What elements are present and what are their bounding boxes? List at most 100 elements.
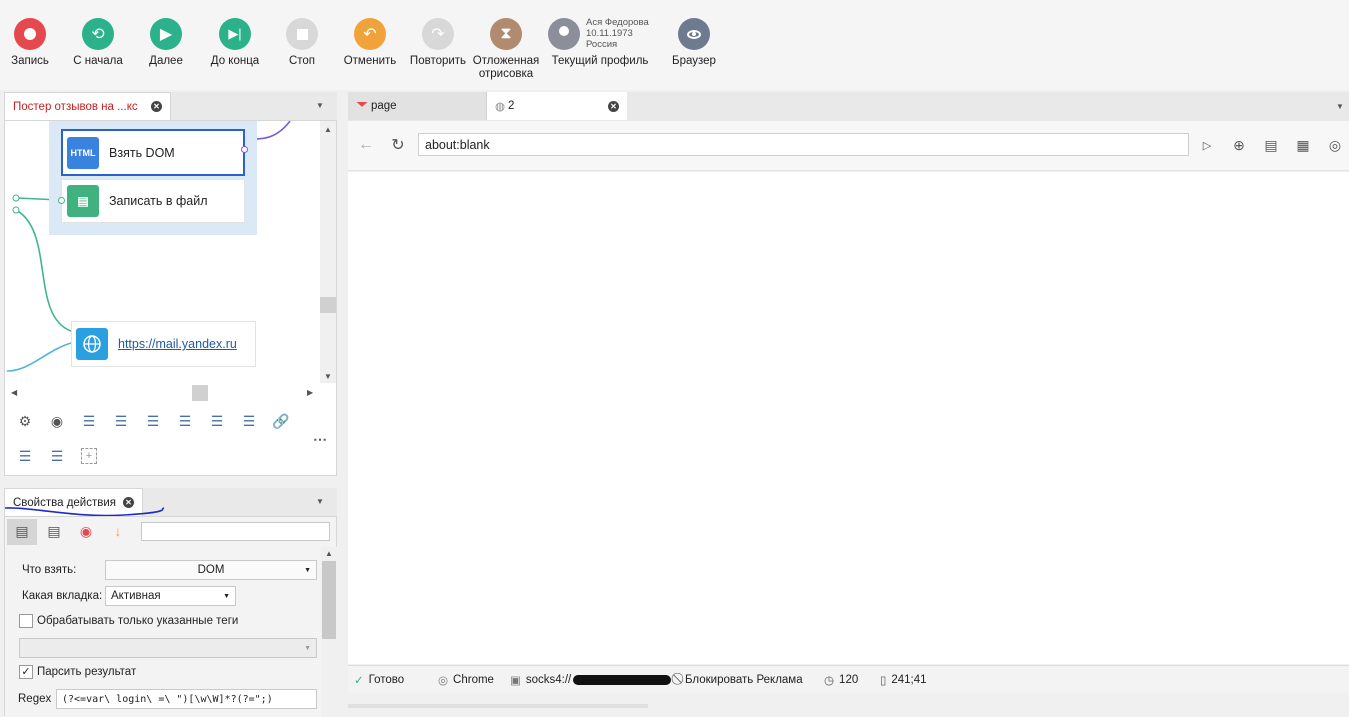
action-props-icon[interactable]: ▤ [14,523,30,539]
what-take-select[interactable]: DOM ▼ [105,560,317,580]
record-button[interactable]: Запись [0,18,64,68]
edit-props-icon[interactable]: ▤ [46,523,62,539]
undo-icon: ↶ [354,18,386,50]
parse-result-label: Парсить результат [37,666,137,678]
to-end-button[interactable]: ▶| До конца [201,18,269,68]
arrow-down-icon[interactable]: ↓ [110,523,126,539]
more-icon[interactable]: ⋯ [312,431,328,447]
what-take-label: Что взять: [22,564,77,576]
go-icon[interactable]: ▷ [1199,137,1215,153]
chevron-down-icon[interactable]: ▼ [316,101,324,110]
add-circle-icon[interactable]: ⊕ [1231,137,1247,153]
stop-icon [286,18,318,50]
horizontal-scrollbar[interactable]: ◀ ▶ [5,385,320,401]
list-icon[interactable]: ☰ [17,448,33,464]
vertical-scrollbar[interactable]: ▲ ▼ [320,121,336,383]
get-dom-node[interactable]: HTML Взять DOM [61,129,248,176]
back-arrow-icon[interactable]: ← [358,136,374,153]
hscroll-thumb[interactable] [192,385,208,401]
url-value: about:blank [425,137,490,152]
properties-body: ▤ ▤ ◉ ↓ Что взять: DOM ▼ Какая вкладка: … [4,516,337,717]
user-icon[interactable]: ◉ [49,413,65,429]
browser-tab-2[interactable]: ◍ 2 ✕ [487,92,627,120]
list-icon[interactable]: ☰ [241,413,257,429]
regex-input[interactable]: (?<=var\ login\ =\ ")[\w\W]*?(?=";) [56,689,317,709]
status-browser-label: Chrome [453,673,494,686]
close-icon[interactable]: ✕ [608,100,619,112]
reload-icon[interactable]: ↻ [390,137,406,154]
tags-select[interactable]: ▼ [19,638,317,658]
scroll-up-icon[interactable]: ▲ [325,549,333,558]
profile-info: Ася Федорова 10.11.1973 Россия [586,17,649,50]
eye-icon [678,18,710,50]
scroll-left-icon[interactable]: ◀ [11,388,17,397]
only-tags-checkbox[interactable] [19,614,33,628]
hourglass-icon: ⧗ [490,18,522,50]
add-icon[interactable]: + [81,448,97,464]
list-icon[interactable]: ☰ [113,413,129,429]
properties-tabbar: Свойства действия ✕ ▼ [4,488,337,517]
url-link[interactable]: https://mail.yandex.ru [118,337,237,351]
browser-tab-page[interactable]: page [348,92,487,120]
record-icon[interactable]: ◉ [78,523,94,539]
link-icon[interactable]: 🔗 [272,413,289,429]
scroll-thumb[interactable] [322,561,336,639]
open-url-node[interactable]: https://mail.yandex.ru [71,321,256,367]
which-tab-label: Какая вкладка: [22,590,103,602]
properties-form: Что взять: DOM ▼ Какая вкладка: Активная… [5,547,321,717]
globe-icon: ◍ [495,101,506,113]
output-port[interactable] [241,146,248,153]
url-input[interactable]: about:blank [418,133,1189,156]
project-canvas[interactable]: HTML Взять DOM ▤ Записать в файл https:/… [4,120,337,476]
chrome-icon: ◎ [438,674,449,687]
undo-label: Отменить [343,55,397,67]
what-take-value: DOM [197,564,225,576]
status-browser[interactable]: ◎ Chrome [438,673,494,687]
project-tab-label: Постер отзывов на ...кс [13,100,138,113]
cookie-icon[interactable]: ◎ [1327,137,1343,153]
chevron-down-icon[interactable]: ▼ [1336,102,1344,111]
undo-button[interactable]: ↶ Отменить [336,18,404,68]
which-tab-select[interactable]: Активная ▼ [105,586,236,606]
list-icon[interactable]: ☰ [209,413,225,429]
properties-scrollbar[interactable]: ▲ [321,547,337,717]
chevron-down-icon[interactable]: ▼ [316,497,324,506]
stop-button[interactable]: Стоп [268,18,336,68]
storage-icon[interactable]: ▦ [1295,137,1311,153]
list-icon[interactable]: ☰ [145,413,161,429]
browser-label: Браузер [672,55,716,67]
record-label: Запись [11,55,49,67]
write-file-node[interactable]: ▤ Записать в файл [58,179,245,223]
write-file-label: Записать в файл [109,194,208,208]
status-adblock[interactable]: ⃠ Блокировать Реклама [680,673,803,686]
input-port[interactable] [58,197,65,204]
status-ready: ✓ Готово [354,673,404,687]
next-button[interactable]: ▶ Далее [132,18,200,68]
play-icon: ▶ [150,18,182,50]
status-proxy-label: socks4:// [525,673,572,686]
deferred-render-button[interactable]: ⧗ Отложенная отрисовка [467,18,545,81]
page-icon[interactable]: ▤ [1263,137,1279,153]
close-icon[interactable]: ✕ [151,101,162,112]
properties-search-input[interactable] [141,522,330,541]
redo-button[interactable]: ↷ Повторить [404,18,472,68]
project-tab[interactable]: Постер отзывов на ...кс ✕ [4,92,171,120]
bottom-tabs-strip [348,704,648,708]
restart-button[interactable]: ⟲ С начала [64,18,132,68]
scroll-down-icon[interactable]: ▼ [324,372,332,381]
status-timeout[interactable]: ◷ 120 [824,673,858,687]
browser-button[interactable]: Браузер [660,18,728,68]
settings-icon[interactable]: ⚙ [17,413,33,429]
status-coords: ▯ 241;41 [880,673,927,687]
browser-viewport[interactable] [348,172,1349,664]
file-icon: ▤ [67,185,99,217]
scroll-right-icon[interactable]: ▶ [307,388,313,397]
list-icon[interactable]: ☰ [49,448,65,464]
status-proxy[interactable]: ▣ socks4:// [510,673,672,687]
scroll-up-icon[interactable]: ▲ [324,125,332,134]
parse-result-checkbox[interactable]: ✓ [19,665,33,679]
list-icon[interactable]: ☰ [177,413,193,429]
list-icon[interactable]: ☰ [81,413,97,429]
restart-icon: ⟲ [82,18,114,50]
scroll-thumb[interactable] [320,297,336,313]
